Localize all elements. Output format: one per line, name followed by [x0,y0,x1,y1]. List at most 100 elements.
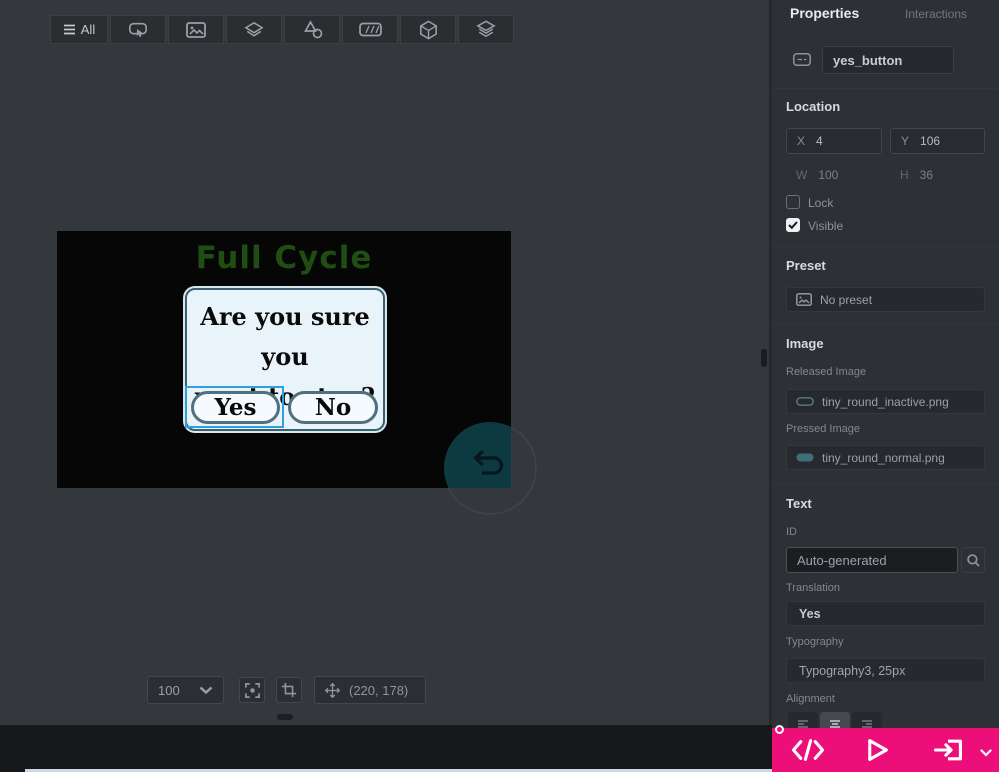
location-heading: Location [786,99,841,114]
x-value: 4 [816,134,823,148]
crop-button[interactable] [276,677,302,703]
more-actions-button[interactable] [980,744,992,762]
sign-out-icon [933,739,962,761]
released-image-label: Released Image [786,366,867,378]
typography-selector[interactable]: Typography3, 25px [786,658,985,683]
id-search-button[interactable] [961,547,985,573]
y-field[interactable]: Y 106 [890,128,985,154]
crop-icon [281,682,297,698]
x-label: X [797,134,806,148]
toolbar-shapes-widget[interactable] [284,15,340,44]
translation-field[interactable]: Yes [786,601,985,626]
typography-value: Typography3, 25px [799,663,906,678]
widget-toolbar: All [50,15,514,44]
return-button[interactable] [444,422,511,488]
align-center-button[interactable] [820,712,850,728]
yes-button[interactable]: Yes [191,391,280,424]
code-icon [791,739,825,761]
align-left-icon [798,720,808,728]
alignment-label: Alignment [786,693,835,705]
id-label: ID [786,526,797,538]
bottom-bar [0,725,772,772]
align-right-button[interactable] [852,712,882,728]
tab-properties[interactable]: Properties [790,5,859,21]
layers-stack-icon [476,20,496,38]
visible-checkbox[interactable] [786,218,800,232]
section-separator [772,246,999,247]
toolbar-layers-stack-widget[interactable] [458,15,514,44]
display-preview[interactable]: Full Cycle Are you sure you want to stop… [57,231,511,488]
image-icon [796,293,812,306]
pressed-image-value: tiny_round_normal.png [822,450,945,465]
cube-icon [419,19,437,40]
screen-title: Full Cycle [195,240,373,276]
section-separator [772,88,999,89]
hamburger-icon [63,24,75,35]
notification-dot [775,725,784,734]
code-view-button[interactable] [790,736,826,769]
action-bar [772,725,999,772]
align-left-button[interactable] [788,712,818,728]
toolbar-layers-widget[interactable] [226,15,282,44]
toolbar-image-widget[interactable] [168,15,224,44]
toolbar-all-label: All [80,22,96,37]
y-value: 106 [920,134,941,148]
toolbar-all-button[interactable]: All [50,15,108,44]
pill-outline-icon [796,397,814,406]
height-value: 36 [919,168,934,182]
app-root: All Full Cycle Are you sure you want to … [0,0,999,772]
export-button[interactable] [932,736,966,769]
move-icon [325,682,340,698]
released-image-value: tiny_round_inactive.png [822,394,949,409]
section-separator [772,324,999,325]
align-right-icon [862,720,872,728]
width-field: W 100 [786,165,848,185]
image-widget-icon [186,21,206,38]
return-arrow-icon [473,449,504,475]
toolbar-3d-widget[interactable] [400,15,456,44]
pill-filled-icon [796,453,814,462]
visible-label: Visible [808,219,844,233]
fit-view-button[interactable] [239,677,265,703]
image-heading: Image [786,336,824,351]
textbox-icon [358,22,382,37]
toolbar-button-widget[interactable] [110,15,166,44]
cursor-coordinates[interactable]: (220, 178) [314,676,426,704]
released-image-selector[interactable]: tiny_round_inactive.png [786,389,985,414]
properties-panel: Properties Interactions Location X 4 Y 1… [772,0,999,728]
pressed-image-label: Pressed Image [786,423,860,435]
canvas-drag-handle[interactable] [277,714,293,720]
button-widget-icon [129,22,147,37]
text-widget-icon [793,53,811,69]
pressed-image-selector[interactable]: tiny_round_normal.png [786,445,985,470]
translation-label: Translation [786,582,841,594]
shapes-icon [303,20,322,39]
zoom-dropdown[interactable]: 100 [147,676,224,704]
coordinates-value: (220, 178) [349,682,409,698]
width-label: W [796,168,808,182]
panel-divider-handle[interactable] [761,349,767,367]
search-icon [966,553,980,567]
preset-selector[interactable]: No preset [786,287,985,312]
x-field[interactable]: X 4 [786,128,882,154]
y-label: Y [901,134,910,148]
chevron-down-icon [199,686,213,694]
align-center-icon [830,720,840,728]
width-value: 100 [818,168,839,182]
tab-interactions[interactable]: Interactions [905,7,967,21]
section-separator [772,484,999,485]
preset-heading: Preset [786,258,826,273]
element-name-input[interactable] [822,46,954,74]
toolbar-textbox-widget[interactable] [342,15,398,44]
no-button[interactable]: No [288,391,378,424]
id-input[interactable] [786,547,958,573]
zoom-value: 100 [158,682,180,698]
confirm-dialog[interactable]: Are you sure you want to stop? Yes No [185,288,385,431]
lock-checkbox[interactable] [786,195,800,209]
play-button[interactable] [862,736,892,769]
dialog-message-line1: Are you sure you [200,302,370,371]
layers-icon [244,21,264,37]
height-field: H 36 [890,165,943,185]
check-icon [788,221,798,229]
focus-icon [244,682,260,698]
